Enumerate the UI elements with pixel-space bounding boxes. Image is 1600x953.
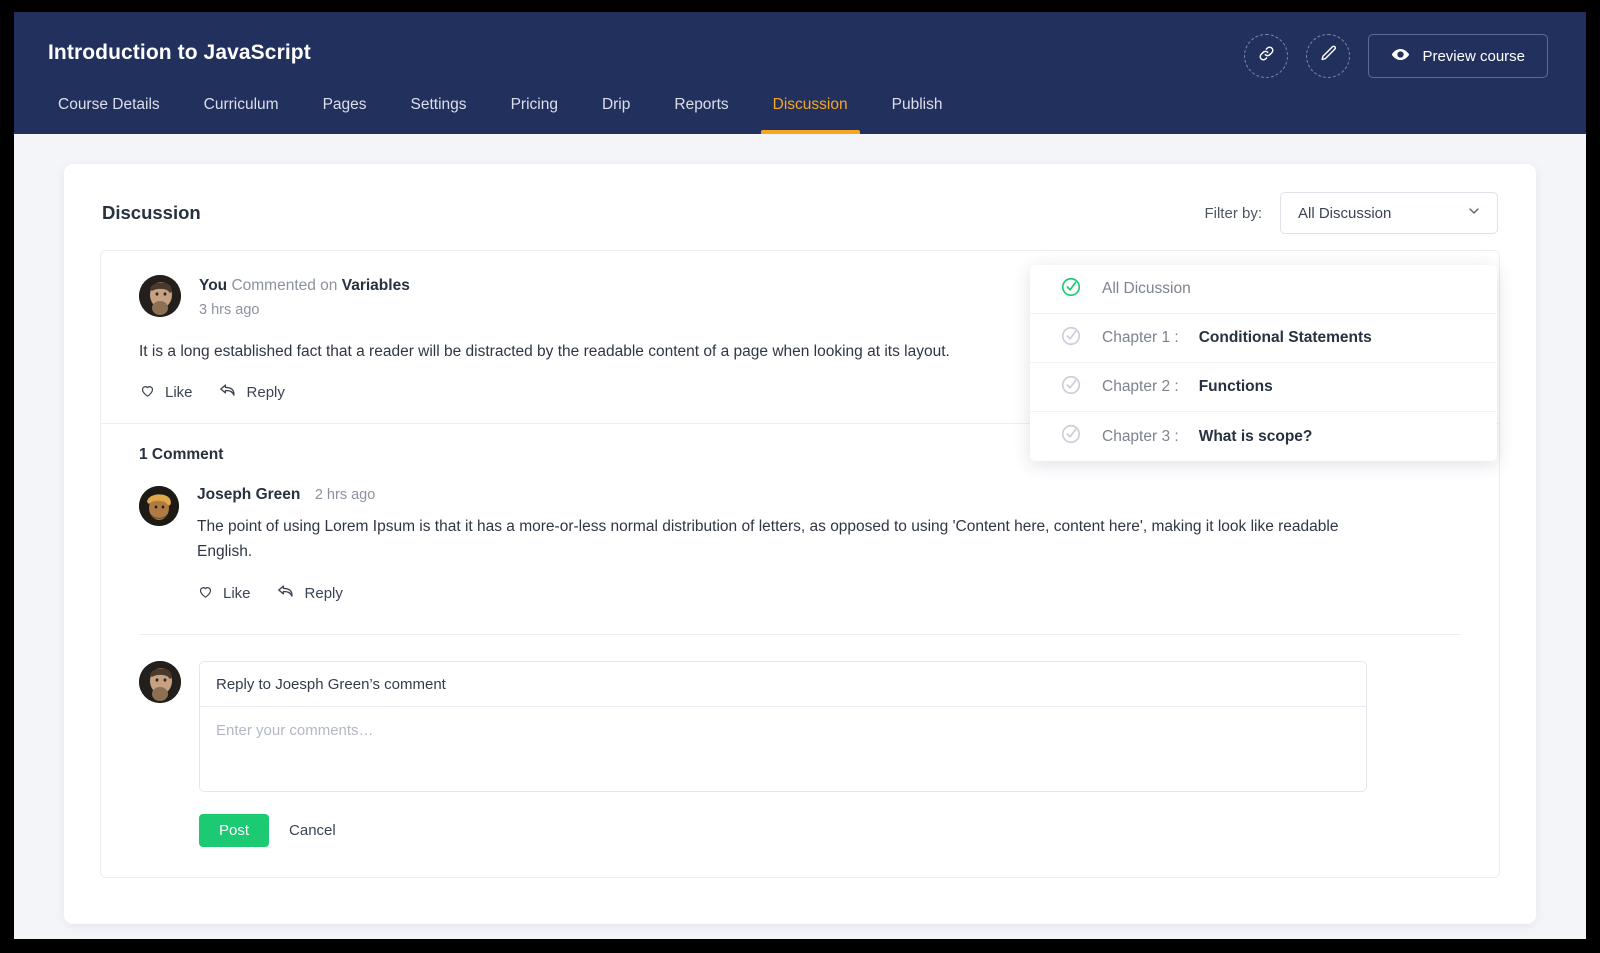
header-top-row: Introduction to JavaScript xyxy=(46,12,1556,78)
dropdown-item-prefix: Chapter 2 : xyxy=(1102,378,1179,396)
nav-item-pricing[interactable]: Pricing xyxy=(489,96,580,134)
post-like-label: Like xyxy=(165,384,193,401)
nav-item-publish[interactable]: Publish xyxy=(870,96,965,134)
post-action-text: Commented on xyxy=(231,277,337,294)
comment-time: 2 hrs ago xyxy=(315,487,375,503)
dropdown-item-title: What is scope? xyxy=(1199,428,1313,446)
post-author: You xyxy=(199,277,227,294)
reply-input-box: Reply to Joesph Green’s comment Enter yo… xyxy=(199,661,1367,792)
page-title: Introduction to JavaScript xyxy=(46,34,311,65)
list-item: Joseph Green 2 hrs ago The point of usin… xyxy=(139,486,1461,604)
preview-course-button[interactable]: Preview course xyxy=(1368,34,1548,78)
avatar xyxy=(139,275,181,317)
post-target[interactable]: Variables xyxy=(342,277,410,294)
dropdown-item-label: All Dicussion xyxy=(1102,280,1191,298)
comment-like-label: Like xyxy=(223,585,251,602)
reply-arrow-icon xyxy=(219,382,238,403)
check-circle-icon xyxy=(1060,374,1082,401)
comment-header: Joseph Green 2 hrs ago xyxy=(197,486,1461,504)
nav-item-discussion[interactable]: Discussion xyxy=(751,96,870,134)
preview-course-label: Preview course xyxy=(1422,48,1525,65)
avatar xyxy=(139,661,181,703)
link-icon xyxy=(1257,44,1276,68)
comment-text: The point of using Lorem Ipsum is that i… xyxy=(197,514,1362,564)
comment-reply-label: Reply xyxy=(305,585,343,602)
comment-body-wrap: Joseph Green 2 hrs ago The point of usin… xyxy=(197,486,1461,604)
chevron-down-icon xyxy=(1466,203,1482,223)
filter-label: Filter by: xyxy=(1204,205,1262,222)
cancel-button[interactable]: Cancel xyxy=(289,822,336,839)
post-button[interactable]: Post xyxy=(199,814,269,847)
header-actions: Preview course xyxy=(1244,34,1556,78)
dropdown-item-chapter-1[interactable]: Chapter 1 : Conditional Statements xyxy=(1030,314,1497,363)
reply-comment-input[interactable]: Enter your comments… xyxy=(200,707,1366,791)
nav-item-course-details[interactable]: Course Details xyxy=(46,96,182,134)
post-like-button[interactable]: Like xyxy=(139,382,193,403)
nav-item-curriculum[interactable]: Curriculum xyxy=(182,96,301,134)
reply-arrow-icon xyxy=(277,583,296,604)
check-circle-icon xyxy=(1060,325,1082,352)
check-circle-icon xyxy=(1060,276,1082,303)
post-reply-label: Reply xyxy=(247,384,285,401)
filter-dropdown-menu: All Dicussion Chapter 1 : Conditional St… xyxy=(1030,265,1497,461)
filter-select[interactable]: All Discussion xyxy=(1280,192,1498,234)
nav-item-reports[interactable]: Reports xyxy=(652,96,750,134)
post-author-line: You Commented on Variables xyxy=(199,275,410,295)
dropdown-item-chapter-3[interactable]: Chapter 3 : What is scope? xyxy=(1030,412,1497,461)
post-time: 3 hrs ago xyxy=(199,302,410,318)
nav-item-settings[interactable]: Settings xyxy=(389,96,489,134)
comment-like-button[interactable]: Like xyxy=(197,583,251,604)
reply-subject[interactable]: Reply to Joesph Green’s comment xyxy=(200,662,1366,707)
nav-item-pages[interactable]: Pages xyxy=(301,96,389,134)
filter-selected-value: All Discussion xyxy=(1298,205,1391,222)
check-circle-icon xyxy=(1060,423,1082,450)
dropdown-item-chapter-2[interactable]: Chapter 2 : Functions xyxy=(1030,363,1497,412)
dropdown-item-prefix: Chapter 1 : xyxy=(1102,329,1179,347)
app-header: Introduction to JavaScript xyxy=(14,12,1586,134)
app-screen: Introduction to JavaScript xyxy=(14,12,1586,939)
heart-icon xyxy=(197,583,214,604)
comment-actions: Like Reply xyxy=(197,583,1461,604)
reply-form: Reply to Joesph Green’s comment Enter yo… xyxy=(101,635,1499,877)
pencil-icon xyxy=(1319,44,1338,68)
filter-control: Filter by: All Discussion xyxy=(1204,192,1498,234)
dropdown-item-title: Conditional Statements xyxy=(1199,329,1372,347)
discussion-title: Discussion xyxy=(102,202,201,224)
heart-icon xyxy=(139,382,156,403)
comment-author: Joseph Green xyxy=(197,486,300,503)
post-reply-button[interactable]: Reply xyxy=(219,382,285,403)
main-nav: Course Details Curriculum Pages Settings… xyxy=(46,96,964,134)
dropdown-item-prefix: Chapter 3 : xyxy=(1102,428,1179,446)
nav-item-drip[interactable]: Drip xyxy=(580,96,652,134)
page-body: Discussion Filter by: All Discussion xyxy=(14,134,1586,924)
dropdown-item-title: Functions xyxy=(1199,378,1273,396)
edit-button[interactable] xyxy=(1306,34,1350,78)
link-button[interactable] xyxy=(1244,34,1288,78)
avatar xyxy=(139,486,179,526)
dropdown-item-all-discussion[interactable]: All Dicussion xyxy=(1030,265,1497,314)
reply-form-fields: Reply to Joesph Green’s comment Enter yo… xyxy=(199,661,1461,847)
post-meta: You Commented on Variables 3 hrs ago xyxy=(199,275,410,318)
discussion-card-header: Discussion Filter by: All Discussion xyxy=(100,190,1500,236)
comment-reply-button[interactable]: Reply xyxy=(277,583,343,604)
eye-icon xyxy=(1391,45,1410,68)
reply-form-buttons: Post Cancel xyxy=(199,814,1461,847)
